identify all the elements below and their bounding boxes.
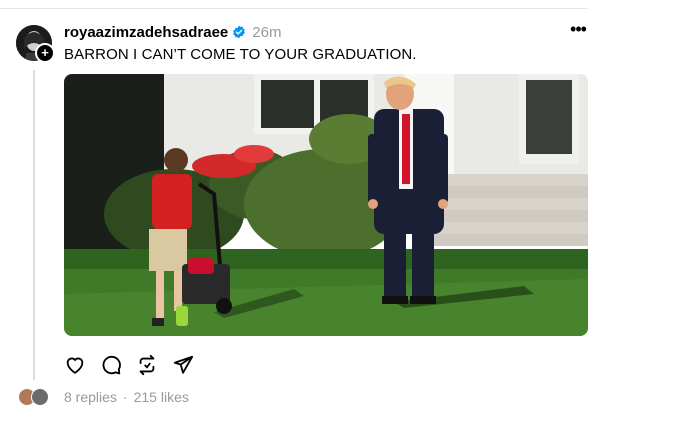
post-image[interactable] xyxy=(64,74,588,336)
avatar xyxy=(31,388,49,406)
post-header: royaazimzadehsadraee 26m xyxy=(64,23,281,41)
post-actions xyxy=(64,354,194,376)
replier-avatars xyxy=(18,388,54,406)
send-icon[interactable] xyxy=(172,354,194,376)
author-avatar-container[interactable]: + xyxy=(16,25,55,63)
follow-plus-icon[interactable]: + xyxy=(35,43,55,63)
replies-count[interactable]: 8 replies xyxy=(64,389,117,405)
post-text: BARRON I CAN’T COME TO YOUR GRADUATION. xyxy=(64,46,417,63)
verified-badge-icon xyxy=(232,25,246,39)
top-divider xyxy=(0,8,588,9)
thread-line xyxy=(33,70,35,380)
repost-icon[interactable] xyxy=(136,354,158,376)
heart-icon[interactable] xyxy=(64,354,86,376)
post-timestamp[interactable]: 26m xyxy=(252,24,281,41)
likes-count[interactable]: 215 likes xyxy=(134,389,189,405)
comment-icon[interactable] xyxy=(100,354,122,376)
separator: · xyxy=(122,389,128,405)
more-options-icon[interactable]: ••• xyxy=(569,20,587,40)
username[interactable]: royaazimzadehsadraee xyxy=(64,24,228,41)
post-footer: 8 replies · 215 likes xyxy=(18,388,189,406)
